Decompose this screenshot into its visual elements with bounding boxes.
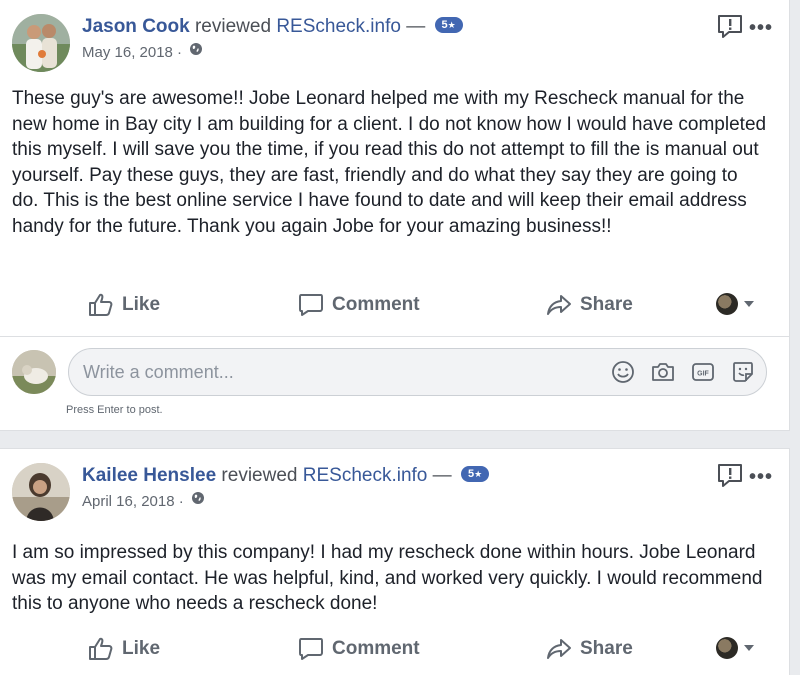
comment-input[interactable] bbox=[83, 349, 483, 395]
sticker-icon[interactable] bbox=[730, 359, 756, 385]
like-button[interactable]: Like bbox=[88, 285, 160, 325]
comment-bubble-icon bbox=[299, 638, 323, 660]
star-icon: ★ bbox=[474, 469, 483, 480]
star-icon: ★ bbox=[447, 20, 456, 31]
rating-badge: 5★ bbox=[434, 17, 463, 34]
page-link[interactable]: REScheck.info bbox=[276, 16, 401, 37]
thumbs-up-icon bbox=[89, 637, 113, 660]
comment-button[interactable]: Comment bbox=[298, 629, 420, 669]
gif-label: GIF bbox=[697, 371, 709, 378]
share-arrow-icon bbox=[547, 295, 571, 315]
avatar bbox=[716, 637, 738, 659]
share-label: Share bbox=[580, 294, 633, 315]
globe-icon bbox=[189, 41, 203, 63]
comment-tools: GIF bbox=[610, 359, 756, 385]
comment-label: Comment bbox=[332, 294, 420, 315]
like-label: Like bbox=[122, 294, 161, 315]
review-post: Jason Cook reviewed REScheck.info — 5★ M… bbox=[0, 0, 790, 431]
comment-composer: GIF bbox=[12, 348, 777, 400]
avatar[interactable] bbox=[12, 463, 70, 521]
thumbs-up-icon bbox=[89, 293, 113, 316]
dash: — bbox=[432, 465, 452, 486]
dash: — bbox=[406, 16, 426, 37]
author-name[interactable]: Kailee Henslee bbox=[82, 465, 216, 486]
post-date[interactable]: April 16, 2018 · bbox=[82, 493, 184, 510]
emoji-icon[interactable] bbox=[610, 359, 636, 385]
like-label: Like bbox=[122, 638, 161, 659]
header-text: Kailee Henslee reviewed REScheck.info — … bbox=[82, 463, 490, 513]
post-date-line: May 16, 2018 · bbox=[82, 42, 463, 64]
comment-label: Comment bbox=[332, 638, 420, 659]
post-header: Kailee Henslee reviewed REScheck.info — … bbox=[12, 463, 777, 523]
report-icon[interactable] bbox=[717, 14, 743, 43]
action-bar: Like Comment Share bbox=[0, 285, 789, 325]
comment-box: GIF bbox=[68, 348, 767, 396]
avatar bbox=[12, 350, 56, 394]
camera-icon[interactable] bbox=[650, 359, 676, 385]
report-icon[interactable] bbox=[717, 463, 743, 492]
header-text: Jason Cook reviewed REScheck.info — 5★ M… bbox=[82, 14, 463, 64]
post-header: Jason Cook reviewed REScheck.info — 5★ M… bbox=[12, 14, 777, 74]
comment-button[interactable]: Comment bbox=[298, 285, 420, 325]
rating-badge: 5★ bbox=[460, 466, 490, 483]
review-text: These guy's are awesome!! Jobe Leonard h… bbox=[12, 88, 767, 237]
avatar bbox=[716, 293, 738, 315]
more-icon[interactable]: ••• bbox=[749, 18, 773, 38]
share-button[interactable]: Share bbox=[546, 285, 633, 325]
action-bar: Like Comment Share bbox=[0, 629, 789, 669]
divider bbox=[0, 336, 789, 337]
press-enter-hint: Press Enter to post. bbox=[66, 404, 163, 416]
post-as-selector[interactable] bbox=[716, 293, 754, 315]
post-as-selector[interactable] bbox=[716, 637, 754, 659]
post-date[interactable]: May 16, 2018 · bbox=[82, 44, 182, 61]
more-icon[interactable]: ••• bbox=[749, 467, 773, 487]
review-text: I am so impressed by this company! I had… bbox=[12, 542, 763, 614]
review-verb: reviewed bbox=[194, 16, 272, 37]
like-button[interactable]: Like bbox=[88, 629, 160, 669]
share-label: Share bbox=[580, 638, 633, 659]
page-link[interactable]: REScheck.info bbox=[303, 465, 428, 486]
review-title: Jason Cook reviewed REScheck.info — 5★ bbox=[82, 14, 463, 40]
globe-icon bbox=[191, 490, 205, 512]
share-arrow-icon bbox=[547, 639, 571, 659]
gif-icon[interactable]: GIF bbox=[690, 359, 716, 385]
review-title: Kailee Henslee reviewed REScheck.info — … bbox=[82, 463, 490, 489]
comment-bubble-icon bbox=[299, 294, 323, 316]
share-button[interactable]: Share bbox=[546, 629, 633, 669]
post-date-line: April 16, 2018 · bbox=[82, 491, 489, 513]
chevron-down-icon bbox=[744, 301, 754, 307]
author-name[interactable]: Jason Cook bbox=[82, 16, 190, 37]
chevron-down-icon bbox=[744, 645, 754, 651]
review-post: Kailee Henslee reviewed REScheck.info — … bbox=[0, 448, 790, 675]
avatar[interactable] bbox=[12, 14, 70, 72]
review-verb: reviewed bbox=[221, 465, 298, 486]
